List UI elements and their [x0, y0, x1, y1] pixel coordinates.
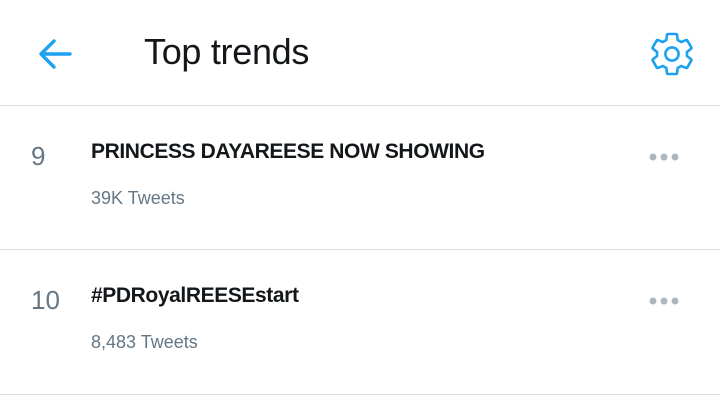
trend-item[interactable]: 10 #PDRoyalREESEstart 8,483 Tweets [0, 250, 720, 395]
trend-name[interactable]: PRINCESS DAYAREESE NOW SHOWING [91, 139, 485, 165]
trend-name[interactable]: #PDRoyalREESEstart [91, 283, 299, 309]
trend-more-button[interactable] [648, 148, 682, 166]
trend-rank: 10 [31, 285, 60, 315]
header-bar: Top trends [0, 0, 720, 106]
gear-icon [651, 32, 693, 76]
trend-tweet-count: 39K Tweets [91, 188, 185, 208]
more-horizontal-icon [649, 153, 679, 161]
top-trends-screen: Top trends 9 PRINCESS DAYAREESE NOW SHOW… [0, 0, 720, 405]
more-horizontal-icon [649, 297, 679, 305]
back-button[interactable] [36, 34, 76, 74]
trend-more-button[interactable] [648, 292, 682, 310]
trend-item[interactable]: 9 PRINCESS DAYAREESE NOW SHOWING 39K Twe… [0, 106, 720, 250]
trend-rank: 9 [31, 141, 46, 171]
trend-tweet-count: 8,483 Tweets [91, 332, 198, 352]
page-title: Top trends [144, 31, 310, 72]
settings-button[interactable] [648, 30, 696, 78]
arrow-left-icon [39, 39, 72, 69]
